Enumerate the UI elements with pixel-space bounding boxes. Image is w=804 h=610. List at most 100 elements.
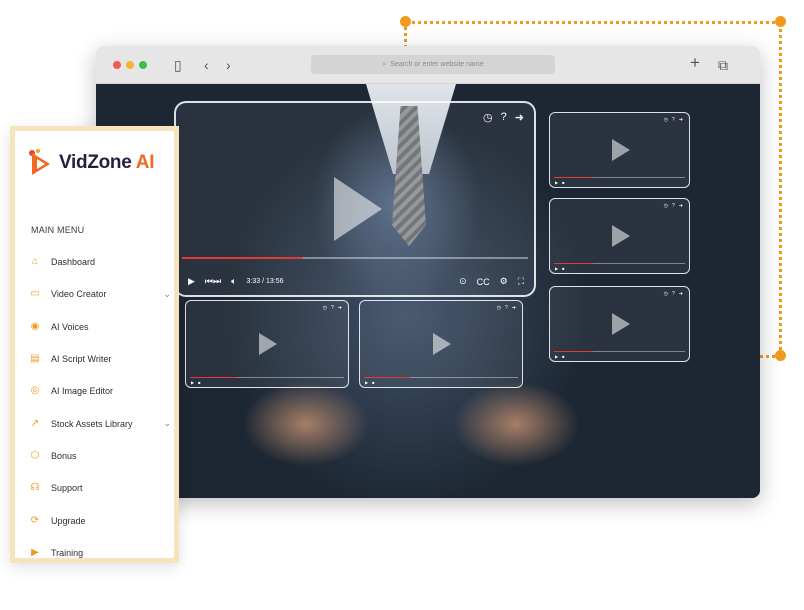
address-placeholder: Search or enter website name xyxy=(390,61,484,68)
connector-knob xyxy=(775,16,786,27)
sidebar-item-upgrade[interactable]: ⟳ Upgrade xyxy=(29,504,171,536)
brand-logo[interactable]: VidZone AI xyxy=(29,150,154,176)
video-thumbnail[interactable]: ◷? ➜ ▶ ■ xyxy=(549,112,690,188)
clock-icon[interactable]: ◷ xyxy=(483,111,493,124)
document-icon: ▤ xyxy=(30,353,40,365)
brand-name-main: VidZone xyxy=(59,152,132,173)
play-icon: ▶ xyxy=(555,354,559,359)
brand-name: VidZone AI xyxy=(59,152,154,174)
sidebar-item-label: Upgrade xyxy=(51,515,86,526)
sidebar-item-ai-voices[interactable]: ◉ AI Voices xyxy=(29,311,171,343)
clock-icon: ◷ xyxy=(322,305,328,311)
share-arrow-icon: ➜ xyxy=(678,117,683,123)
play-logo-icon xyxy=(29,150,53,176)
sidebar-item-video-creator[interactable]: ▭ Video Creator ⌄ xyxy=(29,278,171,310)
volume-icon: ■ xyxy=(562,354,565,359)
refresh-icon: ⟳ xyxy=(30,514,40,526)
sidebar-item-ai-script-writer[interactable]: ▤ AI Script Writer xyxy=(29,343,171,375)
sidebar-item-label: AI Script Writer xyxy=(51,354,112,365)
new-tab-plus-icon[interactable]: + xyxy=(690,54,700,72)
fullscreen-icon[interactable]: ⛶ xyxy=(518,276,524,287)
minimize-window-button[interactable] xyxy=(126,61,134,69)
video-thumbnail[interactable]: ◷? ➜ ▶ ■ xyxy=(185,300,349,388)
share-arrow-icon[interactable]: ➜ xyxy=(515,111,524,124)
brand-name-accent: AI xyxy=(135,152,155,173)
player-control-bar: ▶ ⏮⏭ 🔈︎ 3:33 / 13:56 ⊙ CC ⚙ ⛶ xyxy=(188,276,524,287)
menu-section-title: MAIN MENU xyxy=(31,225,85,235)
play-overlay-icon[interactable] xyxy=(611,139,630,161)
sidebar-item-label: Training xyxy=(51,547,84,558)
sidebar-item-label: Bonus xyxy=(51,450,77,461)
help-icon: ? xyxy=(505,305,508,311)
volume-icon: ■ xyxy=(372,380,375,385)
browser-viewport: ◷ ? ➜ ▶ ⏮⏭ 🔈︎ 3:33 / 13:56 ⊙ CC ⚙ ⛶ ◷ ? … xyxy=(96,84,760,498)
player-time: 3:33 / 13:56 xyxy=(246,278,284,285)
play-overlay-icon[interactable] xyxy=(433,333,451,355)
sidebar-item-stock-assets-library[interactable]: ↗ Stock Assets Library ⌄ xyxy=(29,407,171,439)
sidebar-item-label: Video Creator xyxy=(51,289,107,300)
chevron-down-icon[interactable]: ⌄ xyxy=(163,289,171,300)
volume-icon: ■ xyxy=(562,180,565,185)
video-thumbnail[interactable]: ◷? ➜ ▶ ■ xyxy=(549,286,690,362)
volume-icon: ■ xyxy=(562,266,565,271)
forward-arrow-icon[interactable]: › xyxy=(226,56,231,74)
play-overlay-icon[interactable] xyxy=(611,313,630,335)
help-icon: ? xyxy=(672,117,675,123)
dotted-connector-right xyxy=(779,22,782,357)
help-icon: ? xyxy=(672,203,675,209)
help-icon: ? xyxy=(331,305,334,311)
sidebar-item-ai-image-editor[interactable]: ◎ AI Image Editor xyxy=(29,375,171,407)
video-thumbnail[interactable]: ◷? ➜ ▶ ■ xyxy=(549,198,690,274)
browser-window: ▯ ‹ › ⌕ Search or enter website name + ⧉… xyxy=(96,46,760,498)
search-icon: ⌕ xyxy=(382,60,387,68)
sidebar-item-label: Support xyxy=(51,483,83,494)
settings-gear-icon[interactable]: ⚙ xyxy=(500,276,508,287)
share-arrow-icon: ➜ xyxy=(337,305,342,311)
play-icon: ▶ xyxy=(191,380,195,385)
toggle-icon[interactable]: ⊙ xyxy=(459,276,467,287)
video-progress-bar[interactable] xyxy=(182,257,528,259)
play-overlay-icon[interactable] xyxy=(259,333,277,355)
maximize-window-button[interactable] xyxy=(139,61,147,69)
app-sidebar: VidZone AI MAIN MENU ⌂ Dashboard ▭ Video Cr… xyxy=(10,126,179,563)
help-icon[interactable]: ? xyxy=(501,111,507,124)
connector-knob xyxy=(400,16,411,27)
box-icon: ⬡ xyxy=(30,449,40,461)
browser-toolbar: ▯ ‹ › ⌕ Search or enter website name + ⧉ xyxy=(96,46,760,84)
chevron-down-icon[interactable]: ⌄ xyxy=(163,418,171,429)
voice-icon: ◉ xyxy=(30,320,40,332)
close-window-button[interactable] xyxy=(113,61,121,69)
clock-icon: ◷ xyxy=(663,117,669,123)
share-arrow-icon: ➜ xyxy=(678,291,683,297)
image-edit-icon: ◎ xyxy=(30,385,40,397)
video-thumbnail[interactable]: ◷? ➜ ▶ ■ xyxy=(359,300,523,388)
main-video-player[interactable]: ◷ ? ➜ ▶ ⏮⏭ 🔈︎ 3:33 / 13:56 ⊙ CC ⚙ ⛶ xyxy=(174,101,536,297)
play-icon: ▶ xyxy=(555,266,559,271)
clock-icon: ◷ xyxy=(663,291,669,297)
sidebar-item-dashboard[interactable]: ⌂ Dashboard xyxy=(29,246,171,278)
play-overlay-icon[interactable] xyxy=(611,225,630,247)
clock-icon: ◷ xyxy=(663,203,669,209)
address-bar[interactable]: ⌕ Search or enter website name xyxy=(311,55,555,74)
player-top-controls: ◷ ? ➜ xyxy=(483,111,524,124)
share-arrow-icon: ➜ xyxy=(678,203,683,209)
video-icon: ▶ xyxy=(31,546,39,558)
sidebar-item-support[interactable]: ☊ Support xyxy=(29,472,171,504)
sidebar-item-bonus[interactable]: ⬡ Bonus xyxy=(29,440,171,472)
play-icon: ▶ xyxy=(555,180,559,185)
volume-icon[interactable]: 🔈︎ xyxy=(231,276,236,287)
tabs-overview-icon[interactable]: ⧉ xyxy=(718,56,728,74)
back-arrow-icon[interactable]: ‹ xyxy=(204,56,209,74)
connector-knob xyxy=(775,350,786,361)
play-icon[interactable]: ▶ xyxy=(188,276,195,287)
play-overlay-icon[interactable] xyxy=(334,177,382,241)
share-arrow-icon: ➜ xyxy=(511,305,516,311)
sidebar-toggle-icon[interactable]: ▯ xyxy=(174,56,182,74)
monitor-icon: ▭ xyxy=(30,288,40,300)
captions-button[interactable]: CC xyxy=(477,277,490,287)
trend-icon: ↗ xyxy=(30,417,40,429)
support-icon: ☊ xyxy=(30,482,40,494)
sidebar-item-training[interactable]: ▶ Training xyxy=(29,537,171,569)
skip-icon[interactable]: ⏮⏭ xyxy=(205,276,221,287)
stage: ▯ ‹ › ⌕ Search or enter website name + ⧉… xyxy=(0,0,804,610)
